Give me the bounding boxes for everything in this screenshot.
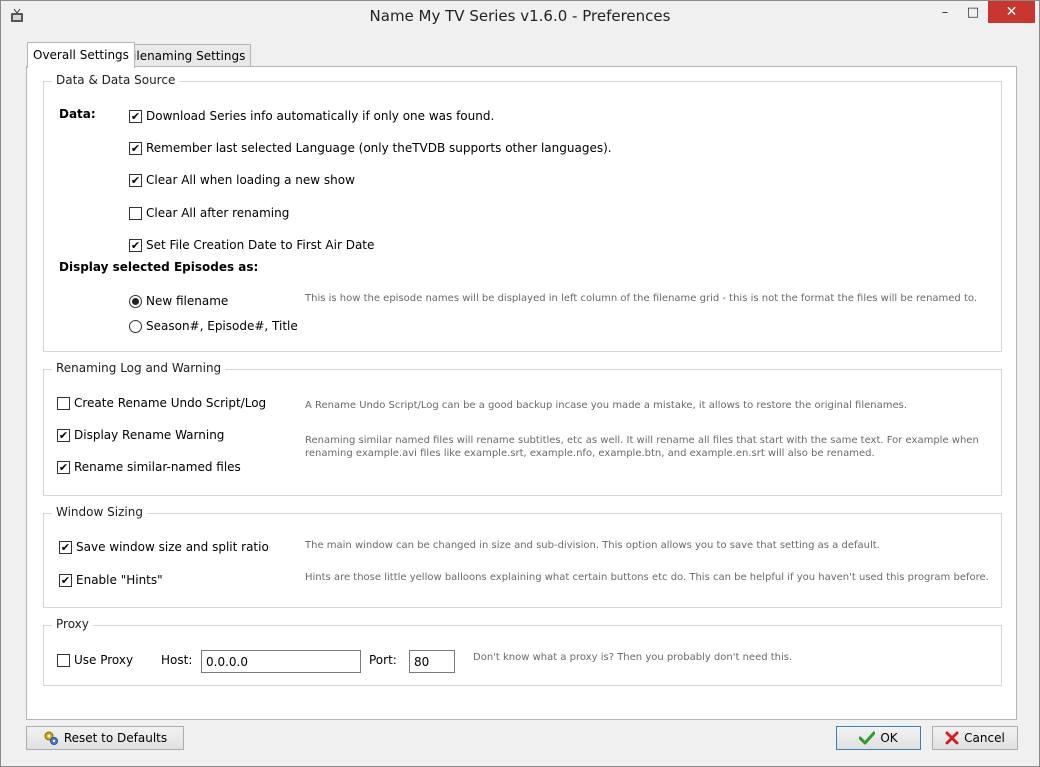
port-label: Port: <box>369 653 397 667</box>
checkbox-label: Rename similar-named files <box>74 460 241 474</box>
ok-button[interactable]: OK <box>836 726 921 750</box>
check-icon: ✔ <box>58 428 69 442</box>
radio-new-filename[interactable]: New filename <box>129 294 228 308</box>
checkbox-label: Enable "Hints" <box>76 573 163 587</box>
radio-season-episode-title[interactable]: Season#, Episode#, Title <box>129 319 298 333</box>
close-button[interactable]: ✕ <box>988 1 1035 23</box>
clear-all-loading-checkbox[interactable]: ✔ Clear All when loading a new show <box>129 173 355 187</box>
ok-button-label: OK <box>880 731 898 745</box>
cancel-button[interactable]: Cancel <box>932 726 1018 750</box>
group-renaming-log: Renaming Log and Warning Create Rename U… <box>43 361 1002 496</box>
checkbox-box[interactable]: ✔ <box>57 460 70 474</box>
remember-language-checkbox[interactable]: ✔ Remember last selected Language (only … <box>129 141 612 155</box>
display-episodes-label: Display selected Episodes as: <box>59 260 259 274</box>
checkbox-box[interactable]: ✔ <box>129 238 142 252</box>
group-data-source: Data & Data Source Data: ✔ Download Seri… <box>43 73 1002 352</box>
check-icon: ✔ <box>58 460 69 474</box>
check-icon: ✔ <box>60 540 71 554</box>
checkbox-box[interactable]: ✔ <box>59 540 72 554</box>
check-icon: ✔ <box>130 141 141 155</box>
preferences-window: Name My TV Series v1.6.0 - Preferences –… <box>0 0 1040 767</box>
check-icon: ✔ <box>60 573 71 587</box>
tab-filenaming-settings[interactable]: Filenaming Settings <box>121 44 252 67</box>
group-proxy: Proxy Use Proxy Host: 0.0.0.0 Port: 80 D… <box>43 617 1002 686</box>
checkbox-label: Create Rename Undo Script/Log <box>74 396 267 410</box>
checkbox-label: Display Rename Warning <box>74 428 225 442</box>
download-series-checkbox[interactable]: ✔ Download Series info automatically if … <box>129 109 494 123</box>
x-cross-icon <box>945 731 959 745</box>
group-title-data-source: Data & Data Source <box>52 73 180 87</box>
host-label: Host: <box>161 653 193 667</box>
radio-dot <box>132 297 139 305</box>
file-creation-date-checkbox[interactable]: ✔ Set File Creation Date to First Air Da… <box>129 238 374 252</box>
checkbox-label: Clear All after renaming <box>146 206 290 220</box>
checkbox-box[interactable]: ✔ <box>59 573 72 587</box>
radio-button[interactable] <box>129 294 142 308</box>
enable-hints-hint: Hints are those little yellow balloons e… <box>305 572 989 583</box>
reset-to-defaults-button[interactable]: Reset to Defaults <box>26 726 184 750</box>
tab-panel-overall-settings: Data & Data Source Data: ✔ Download Seri… <box>26 66 1017 720</box>
check-icon: ✔ <box>130 109 141 123</box>
checkbox-label: Set File Creation Date to First Air Date <box>146 238 375 252</box>
proxy-hint: Don't know what a proxy is? Then you pro… <box>473 652 793 663</box>
gear-icon <box>43 730 59 746</box>
checkbox-label: Download Series info automatically if on… <box>146 109 495 123</box>
save-window-size-checkbox[interactable]: ✔ Save window size and split ratio <box>59 540 269 554</box>
clear-all-renaming-checkbox[interactable]: Clear All after renaming <box>129 206 289 220</box>
radio-button[interactable] <box>129 319 142 333</box>
check-icon: ✔ <box>130 173 141 187</box>
checkbox-box[interactable] <box>129 206 142 220</box>
maximize-button[interactable]: □ <box>959 1 987 23</box>
proxy-port-input[interactable]: 80 <box>409 650 455 673</box>
similar-files-hint-line-2: renaming example.avi files like example.… <box>305 448 875 459</box>
group-title-window-sizing: Window Sizing <box>52 505 147 519</box>
use-proxy-checkbox[interactable]: Use Proxy <box>57 653 133 667</box>
window-title: Name My TV Series v1.6.0 - Preferences <box>369 7 671 25</box>
checkbox-box[interactable]: ✔ <box>57 428 70 442</box>
title-bar: Name My TV Series v1.6.0 - Preferences –… <box>1 1 1039 32</box>
checkbox-label: Remember last selected Language (only th… <box>146 141 612 155</box>
display-hint: This is how the episode names will be di… <box>305 293 977 304</box>
proxy-host-input[interactable]: 0.0.0.0 <box>201 650 361 673</box>
checkbox-box[interactable] <box>57 396 70 410</box>
radio-label: Season#, Episode#, Title <box>146 319 298 333</box>
group-window-sizing: Window Sizing ✔ Save window size and spl… <box>43 505 1002 608</box>
checkbox-box[interactable]: ✔ <box>129 109 142 123</box>
checkbox-box[interactable] <box>57 653 70 667</box>
radio-label: New filename <box>146 294 229 308</box>
checkmark-icon <box>859 731 876 745</box>
checkbox-label: Use Proxy <box>74 653 134 667</box>
display-rename-warning-checkbox[interactable]: ✔ Display Rename Warning <box>57 428 224 442</box>
enable-hints-checkbox[interactable]: ✔ Enable "Hints" <box>59 573 163 587</box>
minimize-button[interactable]: – <box>931 1 959 23</box>
similar-files-hint-line-1: Renaming similar named files will rename… <box>305 435 979 446</box>
tab-overall-settings[interactable]: Overall Settings <box>27 42 135 68</box>
save-window-hint: The main window can be changed in size a… <box>305 540 880 551</box>
data-label: Data: <box>59 107 96 121</box>
group-title-proxy: Proxy <box>52 617 93 631</box>
undo-log-hint: A Rename Undo Script/Log can be a good b… <box>305 400 908 411</box>
group-title-renaming-log: Renaming Log and Warning <box>52 361 226 375</box>
cancel-button-label: Cancel <box>964 731 1005 745</box>
check-icon: ✔ <box>130 238 141 252</box>
checkbox-label: Clear All when loading a new show <box>146 173 355 187</box>
rename-similar-files-checkbox[interactable]: ✔ Rename similar-named files <box>57 460 241 474</box>
checkbox-box[interactable]: ✔ <box>129 173 142 187</box>
checkbox-label: Save window size and split ratio <box>76 540 269 554</box>
create-undo-log-checkbox[interactable]: Create Rename Undo Script/Log <box>57 396 266 410</box>
reset-button-label: Reset to Defaults <box>63 731 168 745</box>
checkbox-box[interactable]: ✔ <box>129 141 142 155</box>
